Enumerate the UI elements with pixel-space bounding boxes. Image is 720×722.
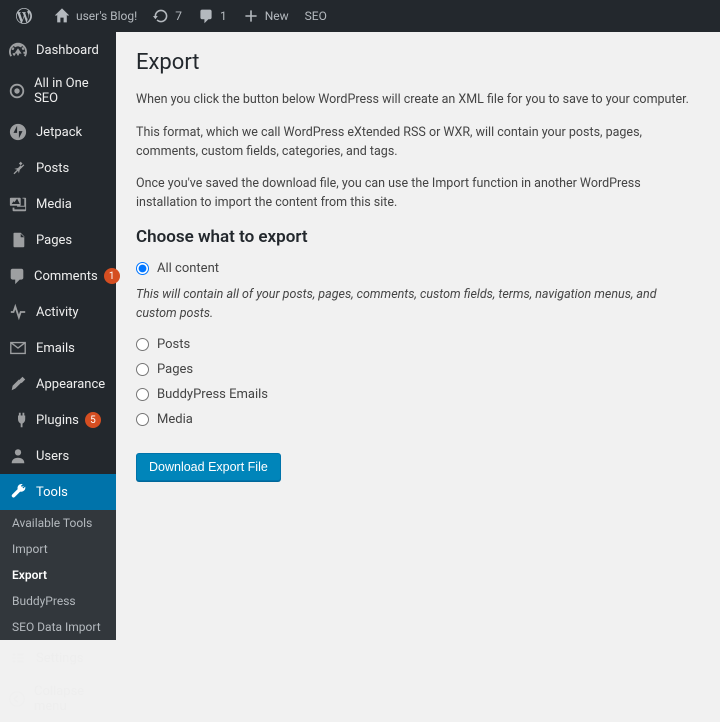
sidebar-item-label: Appearance [36, 377, 105, 392]
sidebar-item-label: Activity [36, 305, 79, 320]
pending-comments-count: 1 [220, 9, 227, 23]
export-option-all[interactable]: All content [136, 261, 700, 276]
main-content: Export When you click the button below W… [116, 32, 720, 524]
seo-label: SEO [305, 9, 327, 23]
option-label: Media [157, 412, 193, 427]
seo-menu[interactable]: SEO [297, 0, 335, 32]
users-icon [8, 446, 28, 466]
page-title: Export [136, 50, 700, 75]
comments-badge: 1 [104, 268, 120, 284]
sidebar-item-emails[interactable]: Emails [0, 330, 116, 366]
sidebar-item-label: Comments [34, 269, 98, 284]
sidebar-item-pages[interactable]: Pages [0, 222, 116, 258]
sidebar-item-aioseo[interactable]: All in One SEO [0, 68, 116, 114]
update-icon [153, 8, 169, 24]
download-export-button[interactable]: Download Export File [136, 453, 281, 481]
collapse-icon [8, 689, 26, 709]
home-icon [54, 8, 70, 24]
new-label: New [265, 9, 289, 23]
sidebar-item-label: Users [36, 449, 69, 464]
option-label: All content [157, 261, 219, 276]
sidebar-item-jetpack[interactable]: Jetpack [0, 114, 116, 150]
media-icon [8, 194, 28, 214]
wordpress-icon [16, 8, 32, 24]
export-option-pages[interactable]: Pages [136, 362, 700, 377]
intro-p2: This format, which we call WordPress eXt… [136, 124, 700, 162]
sidebar-item-activity[interactable]: Activity [0, 294, 116, 330]
aioseo-icon [8, 81, 26, 101]
sidebar-item-label: Plugins [36, 413, 79, 428]
admin-layout: Dashboard All in One SEO Jetpack Posts M… [0, 32, 720, 524]
plugins-badge: 5 [85, 412, 101, 428]
sidebar-item-label: Dashboard [36, 43, 99, 58]
tools-submenu: Available Tools Import Export BuddyPress… [0, 510, 116, 640]
radio-all[interactable] [136, 262, 149, 275]
sidebar-item-label: Jetpack [36, 125, 82, 140]
sidebar-item-tools[interactable]: Tools [0, 474, 116, 510]
radio-bp-emails[interactable] [136, 388, 149, 401]
sidebar-item-label: Pages [36, 233, 72, 248]
settings-icon [8, 648, 28, 668]
jetpack-icon [8, 122, 28, 142]
page-icon [8, 230, 28, 250]
option-label: BuddyPress Emails [157, 387, 268, 402]
wp-logo-menu[interactable] [8, 0, 46, 32]
collapse-label: Collapse menu [34, 684, 108, 714]
sidebar-item-label: Media [36, 197, 72, 212]
sidebar-item-plugins[interactable]: Plugins 5 [0, 402, 116, 438]
plus-icon [243, 8, 259, 24]
sidebar-item-dashboard[interactable]: Dashboard [0, 32, 116, 68]
sidebar-item-label: All in One SEO [34, 76, 108, 106]
sidebar-item-users[interactable]: Users [0, 438, 116, 474]
sidebar-item-settings[interactable]: Settings [0, 640, 116, 676]
submenu-import[interactable]: Import [0, 536, 116, 562]
dashboard-icon [8, 40, 28, 60]
email-icon [8, 338, 28, 358]
submenu-available-tools[interactable]: Available Tools [0, 510, 116, 536]
all-content-description: This will contain all of your posts, pag… [136, 286, 700, 324]
option-label: Pages [157, 362, 193, 377]
appearance-icon [8, 374, 28, 394]
activity-icon [8, 302, 28, 322]
comment-icon [198, 8, 214, 24]
option-label: Posts [157, 337, 190, 352]
sidebar-item-comments[interactable]: Comments 1 [0, 258, 116, 294]
updates-count: 7 [175, 9, 182, 23]
pin-icon [8, 158, 28, 178]
new-content-menu[interactable]: New [235, 0, 297, 32]
sidebar-item-media[interactable]: Media [0, 186, 116, 222]
radio-media[interactable] [136, 413, 149, 426]
sidebar-item-label: Settings [36, 651, 83, 666]
submenu-export[interactable]: Export [0, 562, 116, 588]
admin-sidebar: Dashboard All in One SEO Jetpack Posts M… [0, 32, 116, 524]
admin-toolbar: user's Blog! 7 1 New SEO [0, 0, 720, 32]
site-name-label: user's Blog! [76, 9, 137, 23]
radio-posts[interactable] [136, 338, 149, 351]
sidebar-item-label: Tools [36, 485, 68, 500]
sidebar-item-appearance[interactable]: Appearance [0, 366, 116, 402]
sidebar-item-posts[interactable]: Posts [0, 150, 116, 186]
plugin-icon [8, 410, 28, 430]
export-option-bp-emails[interactable]: BuddyPress Emails [136, 387, 700, 402]
site-name-menu[interactable]: user's Blog! [46, 0, 145, 32]
comment-icon [8, 266, 26, 286]
submenu-seo-data-import[interactable]: SEO Data Import [0, 614, 116, 640]
export-option-posts[interactable]: Posts [136, 337, 700, 352]
sidebar-item-label: Posts [36, 161, 69, 176]
export-option-media[interactable]: Media [136, 412, 700, 427]
choose-heading: Choose what to export [136, 227, 700, 247]
radio-pages[interactable] [136, 363, 149, 376]
submenu-buddypress[interactable]: BuddyPress [0, 588, 116, 614]
intro-p3: Once you've saved the download file, you… [136, 175, 700, 213]
collapse-menu[interactable]: Collapse menu [0, 676, 116, 722]
tools-icon [8, 482, 28, 502]
sidebar-item-label: Emails [36, 341, 75, 356]
intro-p1: When you click the button below WordPres… [136, 91, 700, 110]
updates-menu[interactable]: 7 [145, 0, 190, 32]
comments-menu[interactable]: 1 [190, 0, 235, 32]
